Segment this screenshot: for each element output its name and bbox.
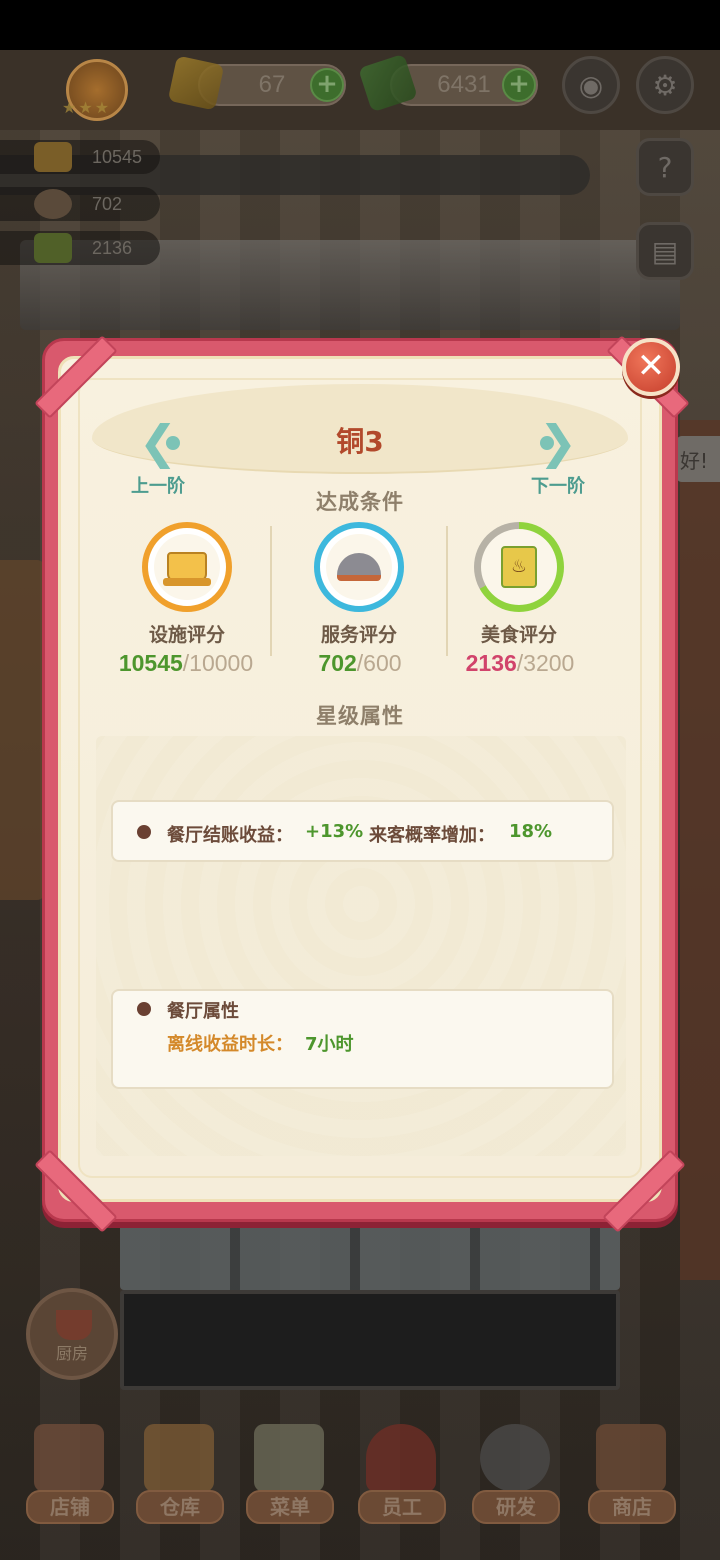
background-wall (680, 420, 720, 1280)
camera-button[interactable]: ◉ (562, 56, 620, 114)
recipe-book-icon: ♨ (501, 546, 537, 588)
shop-icon (596, 1424, 666, 1492)
prev-arrow-dot (166, 436, 180, 450)
facility-icon (34, 142, 72, 172)
facility-score-value: 10545/10000 (96, 650, 276, 677)
service-stat-value: 702 (92, 193, 123, 214)
recipe-book-icon: ▤ (651, 234, 679, 268)
restaurant-attributes-title: 餐厅属性 (167, 1001, 239, 1022)
visitor-chance-label: 来客概率增加： (369, 825, 495, 846)
food-current: 2136 (465, 650, 517, 676)
add-gems-button[interactable]: + (310, 68, 344, 102)
food-icon (34, 233, 72, 263)
food-stat-value: 2136 (92, 237, 133, 258)
research-pot-icon (480, 1424, 550, 1492)
checkout-income-label: 餐厅结账收益： (167, 825, 293, 846)
restaurant-attribute-card: 餐厅属性 离线收益时长： 7小时 (111, 989, 614, 1089)
settings-button[interactable]: ⚙ (636, 56, 694, 114)
nav-research[interactable]: 研发 (466, 1410, 566, 1530)
nav-staff-label: 员工 (358, 1490, 446, 1524)
facility-current: 10545 (118, 650, 183, 676)
attributes-background (96, 736, 626, 1156)
prev-tier-label[interactable]: 上一阶 (118, 472, 198, 498)
nav-staff[interactable]: 员工 (352, 1410, 452, 1530)
nav-shop-label: 商店 (588, 1490, 676, 1524)
offline-income-value: 7小时 (305, 1034, 354, 1055)
nav-menu-label: 菜单 (246, 1490, 334, 1524)
kitchen-label: 厨房 (55, 1344, 88, 1363)
divider (270, 526, 272, 656)
help-book-icon: ? (657, 150, 673, 184)
nav-shop[interactable]: 商店 (582, 1410, 682, 1530)
nav-store[interactable]: 店铺 (20, 1410, 120, 1530)
gem-icon (167, 55, 225, 111)
service-score-value: 702/600 (270, 650, 450, 677)
help-book-button[interactable]: ? (636, 138, 694, 196)
gem-count: 67 (258, 71, 286, 98)
divider (446, 526, 448, 656)
bottom-nav: 店铺 仓库 菜单 员工 研发 商店 (0, 1410, 720, 1530)
conditions-heading: 达成条件 (316, 490, 404, 514)
camera-icon: ◉ (578, 68, 604, 102)
nav-warehouse[interactable]: 仓库 (130, 1410, 230, 1530)
service-target: /600 (356, 650, 402, 676)
food-score-ring: ♨ (474, 522, 564, 612)
cash-count: 6431 (437, 71, 491, 98)
facility-stat-value: 10545 (92, 146, 143, 167)
facility-score-ring (142, 522, 232, 612)
close-button[interactable]: ✕ (622, 338, 680, 396)
service-stat: 702 (0, 187, 160, 221)
star-attributes-heading: 星级属性 (316, 704, 404, 728)
recipe-book-button[interactable]: ▤ (636, 222, 694, 280)
close-icon: ✕ (636, 346, 666, 386)
rank-title: 铜3 (336, 425, 384, 458)
pot-icon (56, 1310, 92, 1340)
background-table (0, 560, 45, 900)
service-score-ring (314, 522, 404, 612)
offline-income-label: 离线收益时长： (167, 1034, 293, 1055)
facility-score-label: 设施评分 (148, 624, 225, 646)
status-bar (0, 0, 720, 50)
facility-counter-icon (163, 552, 211, 586)
service-icon (34, 189, 72, 219)
nav-menu[interactable]: 菜单 (240, 1410, 340, 1530)
nav-warehouse-label: 仓库 (136, 1490, 224, 1524)
add-cash-button[interactable]: + (502, 68, 536, 102)
service-current: 702 (318, 650, 357, 676)
background-dish-racks (120, 1220, 620, 1290)
nav-store-label: 店铺 (26, 1490, 114, 1524)
visitor-chance-value: 18% (509, 821, 553, 842)
facility-stat: 10545 (0, 140, 160, 174)
next-tier-label[interactable]: 下一阶 (518, 472, 598, 498)
kitchen-button[interactable]: 厨房 (26, 1288, 118, 1380)
nav-research-label: 研发 (472, 1490, 560, 1524)
food-score-value: 2136/3200 (430, 650, 610, 677)
service-score-label: 服务评分 (320, 624, 397, 646)
food-stat: 2136 (0, 231, 160, 265)
food-score-label: 美食评分 (480, 624, 557, 646)
bullet-icon (137, 1002, 151, 1016)
star-attribute-card: 餐厅结账收益： +13% 来客概率增加： 18% (111, 800, 614, 862)
gear-icon: ⚙ (652, 68, 678, 102)
background-stove (120, 1290, 620, 1390)
staff-icon (366, 1424, 436, 1492)
rank-stars: ★★★ (62, 98, 112, 117)
menu-clipboard-icon (254, 1424, 324, 1492)
bullet-icon (137, 825, 151, 839)
warehouse-icon (144, 1424, 214, 1492)
serving-cloche-icon (337, 553, 381, 581)
store-icon (34, 1424, 104, 1492)
background-speech-bubble: 好! (676, 436, 720, 482)
checkout-income-value: +13% (305, 821, 364, 842)
facility-target: /10000 (182, 650, 254, 676)
next-arrow-dot (540, 436, 554, 450)
food-target: /3200 (516, 650, 575, 676)
